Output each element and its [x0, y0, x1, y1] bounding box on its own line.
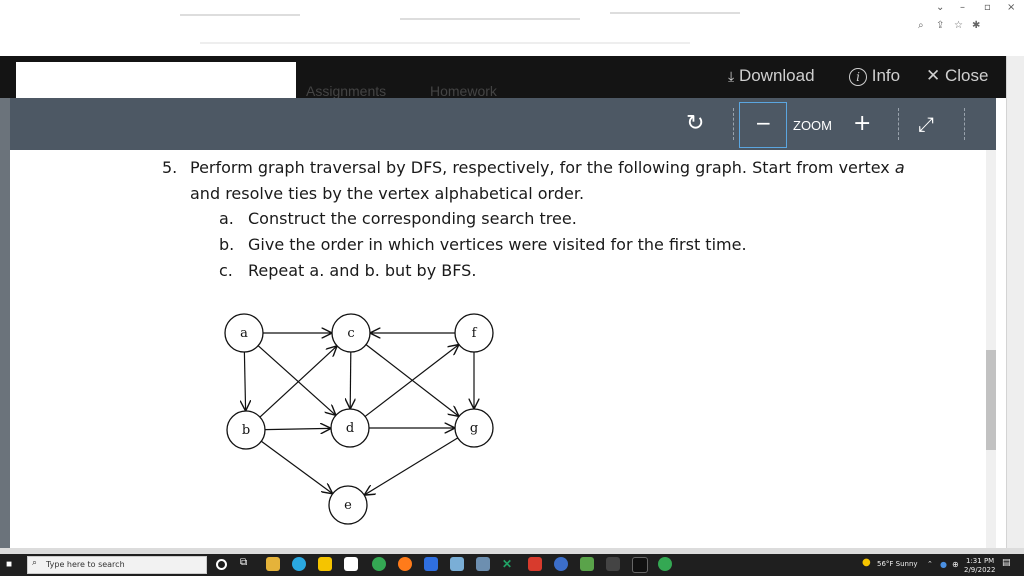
node-label-b: b	[242, 423, 250, 438]
info-label: Info	[871, 66, 901, 85]
edge-a-d	[257, 345, 335, 415]
question-line-2: and resolve ties by the vertex alphabeti…	[190, 184, 585, 203]
zoom-app-icon[interactable]	[424, 557, 438, 571]
toolbar-divider	[733, 108, 734, 140]
item-text-b: Give the order in which vertices were vi…	[248, 235, 747, 254]
document-scrollbar[interactable]	[986, 150, 996, 548]
viewer-toolbar	[10, 98, 996, 150]
page-scrollbar[interactable]	[1006, 56, 1024, 548]
star-icon[interactable]: ☆	[954, 20, 963, 31]
app-icon[interactable]	[554, 557, 568, 571]
edge-c-d	[350, 351, 351, 408]
minimize-icon[interactable]: –	[960, 2, 965, 13]
node-label-g: g	[470, 421, 478, 436]
pdf-icon[interactable]	[528, 557, 542, 571]
node-label-a: a	[240, 326, 248, 341]
notifications-icon[interactable]: ▤	[1002, 558, 1011, 568]
node-b: b	[226, 410, 266, 450]
node-c: c	[331, 313, 371, 353]
blurred-tab	[400, 18, 580, 20]
windows-start-icon[interactable]: ■	[6, 559, 17, 570]
chrome-icon[interactable]	[658, 557, 672, 571]
file-explorer-icon[interactable]	[266, 557, 280, 571]
node-g: g	[454, 408, 494, 448]
zoom-out-button[interactable]: −	[755, 111, 772, 135]
restore-icon[interactable]: ▫	[984, 2, 991, 13]
document-scroll-thumb[interactable]	[986, 350, 996, 450]
browser-bar: ⌄ – ▫ × ⌕ ⇪ ☆ ✱	[0, 0, 1024, 56]
item-marker-a: a.	[219, 209, 234, 228]
edge-b-e	[260, 440, 332, 493]
blurred-bookmarks	[200, 42, 690, 44]
blurred-tab	[610, 12, 740, 14]
download-button[interactable]: ⤓ Download	[728, 62, 815, 90]
sun-icon: ●	[862, 557, 871, 568]
edge-b-d	[264, 428, 330, 429]
toolbar-divider	[964, 108, 965, 140]
calculator-icon[interactable]	[476, 557, 490, 571]
zoom-in-button[interactable]: +	[853, 111, 871, 136]
question-line-1-text: Perform graph traversal by DFS, respecti…	[190, 158, 895, 177]
info-icon: i	[849, 68, 867, 86]
chevron-up-icon[interactable]: ⌃	[927, 560, 933, 568]
edge-icon[interactable]	[292, 557, 306, 571]
directed-graph: a b c d e f g	[224, 313, 494, 525]
app-icon[interactable]	[632, 557, 648, 573]
onedrive-icon[interactable]: ●	[940, 560, 947, 569]
weather-text[interactable]: 56°F Sunny	[877, 560, 918, 568]
download-label: Download	[738, 66, 815, 85]
clock-date: 2/9/2022	[964, 566, 996, 574]
store-icon[interactable]	[318, 557, 332, 571]
edge-a-b	[244, 351, 245, 410]
close-icon: ✕	[926, 66, 941, 85]
download-icon: ⤓	[728, 68, 735, 84]
edge-g-e	[365, 437, 459, 495]
share-icon[interactable]: ⇪	[936, 20, 944, 31]
node-label-c: c	[347, 326, 354, 341]
node-a: a	[224, 313, 264, 353]
node-label-e: e	[344, 498, 352, 513]
terminal-icon[interactable]	[606, 557, 620, 571]
item-marker-c: c.	[219, 261, 233, 280]
close-label: Close	[944, 66, 989, 85]
ghost-tab-assignments: Assignments	[306, 83, 387, 99]
item-marker-b: b.	[219, 235, 235, 254]
clock-time: 1:31 PM	[966, 557, 995, 565]
rotate-icon[interactable]: ↻	[686, 111, 704, 136]
task-view-icon[interactable]: ⧉	[240, 557, 254, 571]
search-placeholder: Type here to search	[46, 560, 125, 569]
toolbar-divider	[898, 108, 899, 140]
ghost-tab-homework: Homework	[430, 83, 497, 99]
start-vertex: a	[894, 158, 905, 177]
node-d: d	[330, 408, 370, 448]
close-button[interactable]: ✕ Close	[926, 62, 988, 90]
question-line-1: Perform graph traversal by DFS, respecti…	[190, 158, 905, 177]
node-e: e	[328, 485, 368, 525]
item-text-c: Repeat a. and b. but by BFS.	[248, 261, 477, 280]
blurred-tab	[180, 14, 300, 16]
notes-icon[interactable]	[450, 557, 464, 571]
zoom-lens-icon[interactable]: ⌕	[918, 20, 924, 31]
network-icon[interactable]: ⊕	[952, 560, 959, 569]
firefox-icon[interactable]	[398, 557, 412, 571]
app-icon[interactable]	[344, 557, 358, 571]
item-text-a: Construct the corresponding search tree.	[248, 209, 577, 228]
excel-icon[interactable]: ✕	[502, 557, 516, 571]
close-window-icon[interactable]: ×	[1007, 2, 1015, 13]
chevron-down-icon[interactable]: ⌄	[936, 2, 944, 13]
chrome-icon[interactable]	[372, 557, 386, 571]
info-button[interactable]: i Info	[849, 62, 900, 90]
search-icon: ⌕	[32, 557, 38, 567]
blank-panel	[16, 62, 296, 98]
zoom-label: ZOOM	[793, 118, 832, 133]
cortana-icon[interactable]	[216, 559, 227, 570]
node-f: f	[454, 313, 494, 353]
left-gutter	[0, 98, 10, 548]
extension-icon[interactable]: ✱	[972, 20, 980, 31]
node-label-d: d	[346, 421, 354, 436]
question-number: 5.	[162, 158, 178, 177]
expand-icon[interactable]: ⤢	[918, 112, 934, 136]
edge-d-f	[364, 345, 458, 417]
app-icon[interactable]	[580, 557, 594, 571]
